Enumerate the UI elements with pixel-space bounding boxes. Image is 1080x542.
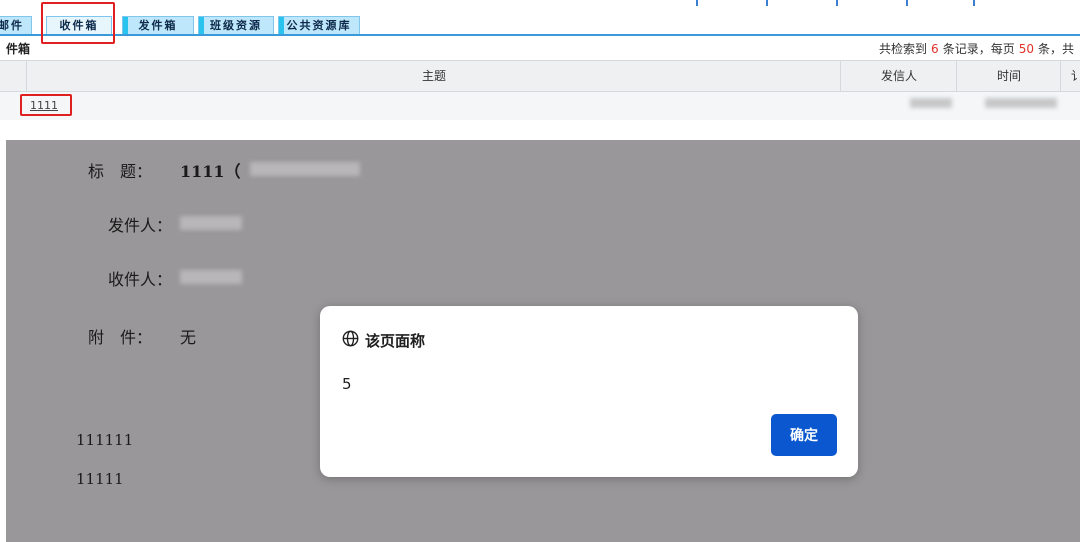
tab-public-library[interactable]: 公共资源库 [278, 16, 360, 35]
record-count: 6 [931, 42, 939, 56]
column-subject[interactable]: 主题 [26, 61, 841, 91]
dialog-message: 5 [342, 375, 352, 393]
tab-underline [0, 34, 1080, 36]
redacted-time [985, 98, 1057, 108]
folder-title: 件箱 [6, 42, 31, 56]
per-page-count: 50 [1018, 42, 1034, 56]
table-header: 主题 发信人 时间 讠 [0, 60, 1080, 92]
redacted-sender [910, 98, 952, 108]
tab-mail[interactable]: 邮件 [0, 16, 32, 34]
summary-prefix: 共检索到 [879, 42, 928, 56]
to-label: 收件人： [108, 270, 173, 289]
tab-edge [199, 17, 204, 35]
body-line: 111111 [76, 431, 134, 449]
tick [836, 0, 838, 6]
dialog-title-text: 该页面称 [365, 332, 426, 350]
column-label: 主题 [421, 69, 446, 83]
tab-label: 班级资源 [210, 19, 262, 32]
attach-value: 无 [180, 328, 197, 347]
summary-mid: 条记录，每页 [942, 42, 1015, 56]
column-label: 时间 [996, 69, 1021, 83]
top-toolbar-ticks [0, 0, 1080, 6]
body-line: 11111 [76, 470, 124, 488]
tab-label: 公共资源库 [286, 19, 352, 32]
redacted-from [180, 216, 242, 230]
table-row[interactable]: 1111 [0, 92, 1080, 120]
highlight-box-subject [20, 94, 72, 116]
tab-edge [279, 17, 284, 35]
tab-class-resources[interactable]: 班级资源 [198, 16, 274, 35]
title-label: 标 题： [88, 162, 153, 181]
column-sender[interactable]: 发信人 [840, 61, 957, 91]
redacted-title-extra [250, 162, 360, 176]
column-label: 讠 [1071, 69, 1080, 83]
globe-icon [342, 330, 359, 351]
tick [906, 0, 908, 6]
tab-label: 发件箱 [138, 19, 178, 32]
tab-outbox[interactable]: 发件箱 [122, 16, 194, 35]
alert-dialog: 该页面称 5 确定 [320, 306, 858, 477]
tab-bar: 邮件 收件箱 发件箱 班级资源 公共资源库 [0, 0, 1080, 38]
folder-header: 件箱 共检索到 6 条记录，每页 50 条，共 [0, 38, 1080, 58]
column-extra[interactable]: 讠 [1060, 61, 1080, 91]
tab-label: 邮件 [0, 19, 24, 32]
tick [766, 0, 768, 6]
ok-button[interactable]: 确定 [771, 414, 837, 456]
tab-edge [123, 17, 128, 35]
redacted-to [180, 270, 242, 284]
tick [696, 0, 698, 6]
tick [973, 0, 975, 6]
record-summary: 共检索到 6 条记录，每页 50 条，共 [879, 40, 1074, 57]
attach-label: 附 件： [88, 328, 153, 347]
dialog-title: 该页面称 [342, 330, 425, 351]
title-value: 1111（ [180, 162, 241, 181]
summary-suffix: 条，共 [1037, 42, 1074, 56]
from-label: 发件人： [108, 216, 173, 235]
column-label: 发信人 [880, 69, 917, 83]
column-time[interactable]: 时间 [956, 61, 1061, 91]
